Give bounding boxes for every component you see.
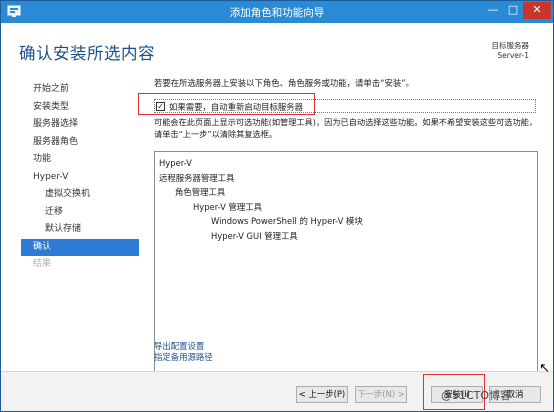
page-header: 确认安装所选内容 目标服务器 Server-1 xyxy=(1,23,553,68)
window-title: 添加角色和功能向导 xyxy=(229,7,325,19)
feature-item: Hyper-V xyxy=(159,158,192,168)
destination-server-label: 目标服务器 xyxy=(491,41,530,50)
nav-item[interactable]: 确认 xyxy=(21,238,139,256)
mouse-cursor-icon: ↖ xyxy=(539,361,550,376)
intro-text: 若要在所选服务器上安装以下角色、角色服务或功能，请单击“安装”。 xyxy=(154,78,414,88)
minimize-button[interactable]: — xyxy=(483,2,503,19)
feature-item: 角色管理工具 xyxy=(175,187,226,197)
feature-item: Hyper-V GUI 管理工具 xyxy=(211,230,298,241)
nav-item[interactable]: 虚拟交换机 xyxy=(21,186,139,204)
page-title: 确认安装所选内容 xyxy=(19,44,155,63)
nav-item[interactable]: 默认存储 xyxy=(21,221,139,239)
nav-item[interactable]: 开始之前 xyxy=(21,81,139,99)
next-button: 下一步(N) > xyxy=(355,386,407,403)
restart-highlight-annotation xyxy=(138,93,315,115)
nav-item[interactable]: 迁移 xyxy=(21,204,139,222)
wizard-step-nav: 开始之前 安装类型 服务器选择 服务器角色 功能 Hyper-V 虚拟交换机 迁移 默认存储 确认… xyxy=(21,81,139,274)
maximize-button[interactable]: □ xyxy=(503,2,523,19)
nav-item[interactable]: 服务器角色 xyxy=(21,134,139,152)
feature-item: Windows PowerShell 的 Hyper-V 模块 xyxy=(211,216,363,226)
nav-item[interactable]: 安装类型 xyxy=(21,99,139,117)
destination-server-name: Server-1 xyxy=(497,51,529,60)
feature-item: Hyper-V 管理工具 xyxy=(193,201,263,212)
close-button[interactable]: ✕ xyxy=(523,2,551,19)
optional-features-note: 可能会在此页面上显示可选功能(如管理工具)，因为已自动选择这些功能。如果不希望安… xyxy=(154,117,538,139)
title-bar[interactable]: 添加角色和功能向导 — □ ✕ xyxy=(1,1,553,23)
previous-button[interactable]: < 上一步(P) xyxy=(296,386,348,403)
nav-item[interactable]: Hyper-V xyxy=(21,169,139,187)
nav-item[interactable]: 服务器选择 xyxy=(21,116,139,134)
nav-item: 结果 xyxy=(33,259,52,269)
wizard-window: 添加角色和功能向导 — □ ✕ 确认安装所选内容 目标服务器 Server-1 … xyxy=(0,0,554,412)
watermark-text: @51CTO博客 xyxy=(441,389,512,402)
alternate-source-link[interactable]: 指定备用源路径 xyxy=(154,351,213,363)
feature-item: 远程服务器管理工具 xyxy=(159,172,235,183)
nav-item[interactable]: 功能 xyxy=(21,151,139,169)
